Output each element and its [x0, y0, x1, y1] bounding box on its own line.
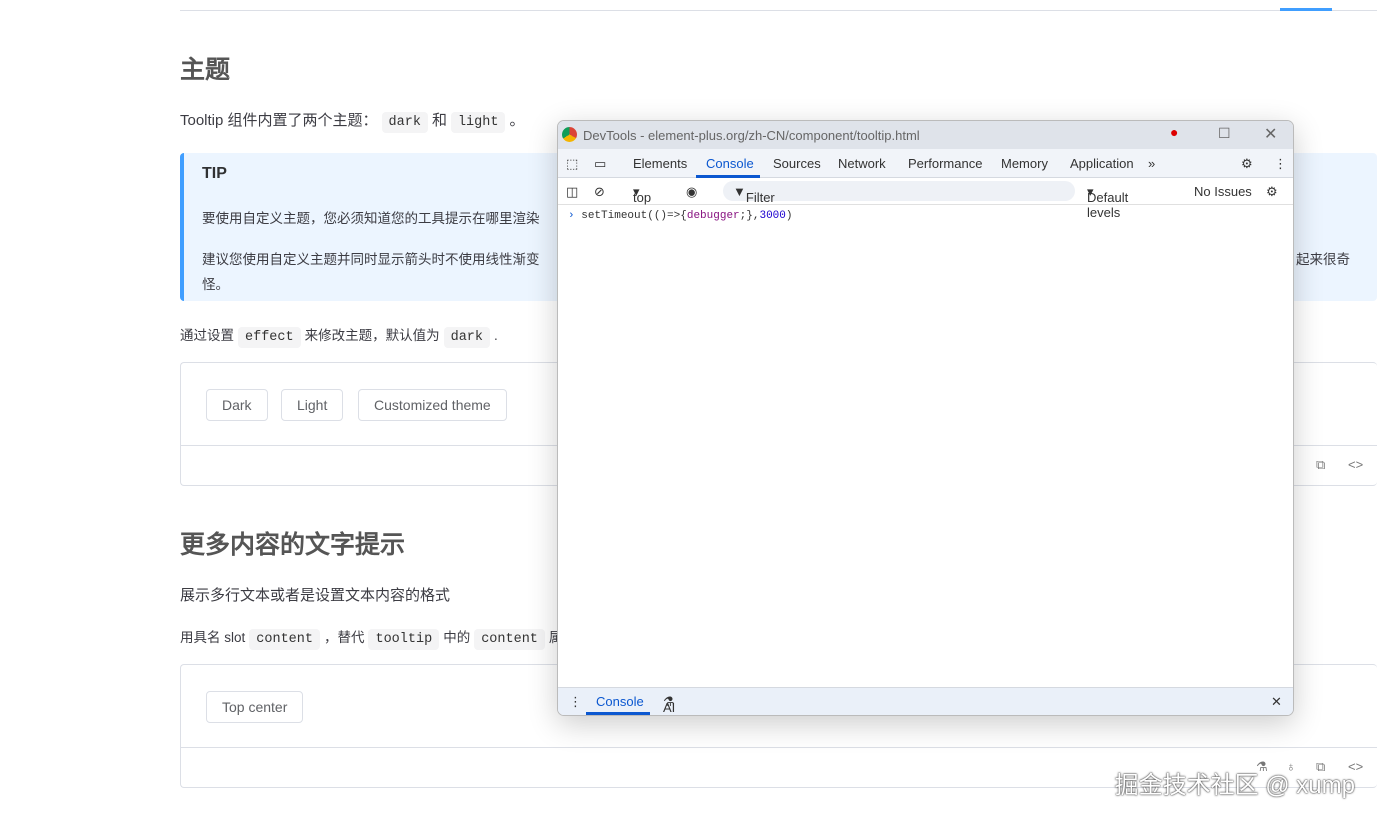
- context-select[interactable]: top ▾: [633, 184, 640, 200]
- tip-line: 要使用自定义主题，您必须知道您的工具提示在哪里渲染: [202, 207, 540, 227]
- devtools-window: DevTools - element-plus.org/zh-CN/compon…: [557, 120, 1294, 716]
- tab-performance[interactable]: Performance: [908, 156, 982, 171]
- heading-more-content: 更多内容的文字提示: [180, 525, 405, 561]
- window-title: DevTools - element-plus.org/zh-CN/compon…: [583, 128, 920, 143]
- tab-sources[interactable]: Sources: [773, 156, 821, 171]
- top-center-button[interactable]: Top center: [206, 691, 303, 723]
- clear-console-icon[interactable]: ⊘: [594, 184, 605, 200]
- issues-button[interactable]: No Issues: [1194, 184, 1252, 199]
- more-options-icon[interactable]: ⋮: [1274, 156, 1287, 172]
- tab-console[interactable]: Console: [706, 156, 754, 171]
- drawer-tab-ai-assistance[interactable]: AI assistance ⚗: [663, 694, 675, 710]
- drawer-tab-console[interactable]: Console: [596, 694, 644, 709]
- slot-text: 用具名 slotcontent，替代tooltip中的content属性: [180, 626, 576, 647]
- filter-input[interactable]: ▼ Filter: [723, 181, 1075, 201]
- console-settings-icon[interactable]: ⚙: [1266, 184, 1278, 200]
- drawer-active-indicator: [586, 712, 650, 715]
- more-tabs-icon[interactable]: »: [1148, 156, 1155, 171]
- tab-network[interactable]: Network: [838, 156, 886, 171]
- chrome-icon: [562, 127, 577, 142]
- console-toolbar: ◫ ⊘ top ▾ ◉ ▼ Filter Default levels ▾ No…: [558, 178, 1293, 205]
- copy-icon[interactable]: ⧉: [1316, 457, 1325, 473]
- drawer-bar: ⋮ Console AI assistance ⚗ ✕: [558, 687, 1293, 715]
- light-button[interactable]: Light: [281, 389, 343, 421]
- tip-title: TIP: [202, 165, 227, 183]
- tip-line: 怪。: [202, 273, 229, 293]
- theme-intro: Tooltip 组件内置了两个主题：dark和light。: [180, 109, 524, 130]
- levels-select[interactable]: Default levels ▾: [1087, 184, 1094, 200]
- watermark: 掘金技术社区 @ xump: [1115, 765, 1355, 800]
- drawer-menu-icon[interactable]: ⋮: [569, 694, 582, 710]
- tip-line: 建议您使用自定义主题并同时显示箭头时不使用线性渐变: [202, 248, 540, 268]
- eye-icon[interactable]: ◉: [686, 184, 697, 200]
- divider: [180, 10, 1377, 11]
- device-toolbar-icon[interactable]: ▭: [594, 156, 606, 172]
- heading-theme: 主题: [180, 50, 230, 86]
- tab-elements[interactable]: Elements: [633, 156, 687, 171]
- close-drawer-button[interactable]: ✕: [1271, 694, 1282, 710]
- code-icon[interactable]: <>: [1348, 457, 1363, 472]
- customized-theme-button[interactable]: Customized theme: [358, 389, 507, 421]
- tab-application[interactable]: Application: [1070, 156, 1134, 171]
- console-command[interactable]: › setTimeout(()=>{debugger;},3000): [568, 210, 792, 222]
- maximize-button[interactable]: ☐: [1218, 125, 1231, 142]
- effect-text: 通过设置effect来修改主题，默认值为dark.: [180, 324, 498, 345]
- more-desc: 展示多行文本或者是设置文本内容的格式: [180, 584, 450, 605]
- dark-button[interactable]: Dark: [206, 389, 268, 421]
- sidebar-toggle-icon[interactable]: ◫: [566, 184, 578, 200]
- tab-memory[interactable]: Memory: [1001, 156, 1048, 171]
- devtools-titlebar: DevTools - element-plus.org/zh-CN/compon…: [558, 121, 1293, 149]
- settings-icon[interactable]: ⚙: [1241, 156, 1253, 172]
- active-indicator: [1280, 8, 1332, 11]
- tip-line: 起来很奇: [1296, 248, 1350, 268]
- inspect-icon[interactable]: ⬚: [566, 156, 578, 172]
- pin-icon: ●: [1170, 124, 1178, 140]
- close-window-button[interactable]: ✕: [1264, 124, 1277, 144]
- devtools-tabbar: ⬚ ▭ Elements Console Sources Network Per…: [558, 149, 1293, 178]
